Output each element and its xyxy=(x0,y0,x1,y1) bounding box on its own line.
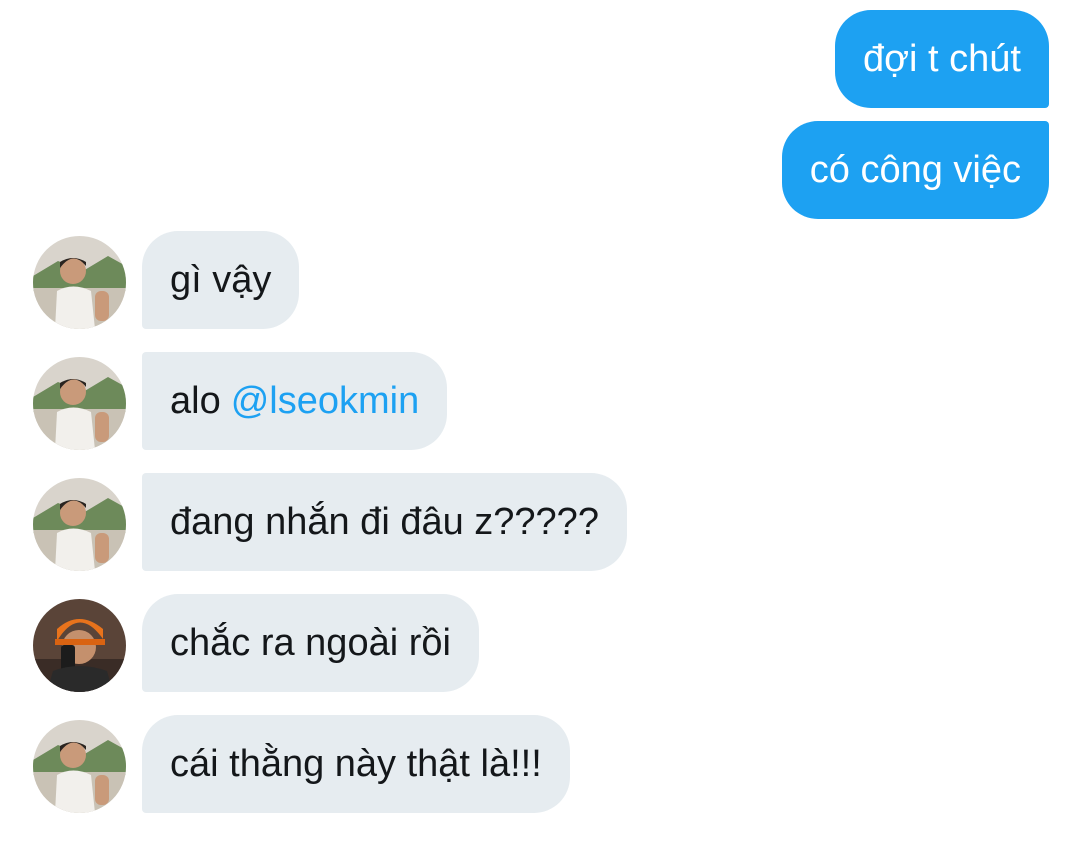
sent-message-bubble[interactable]: có công việc xyxy=(781,121,1049,219)
avatar-user-a[interactable] xyxy=(33,236,126,329)
message-text: chắc ra ngoài rồi xyxy=(170,622,451,664)
received-message-bubble[interactable]: đang nhắn đi đâu z????? xyxy=(142,473,627,571)
message-text: đợi t chút xyxy=(863,38,1021,80)
message-text: có công việc xyxy=(809,149,1021,191)
received-message-bubble[interactable]: cái thằng này thật là!!! xyxy=(142,715,570,813)
message-text: cái thằng này thật là!!! xyxy=(170,743,542,785)
avatar-user-a[interactable] xyxy=(33,357,126,450)
avatar-user-b[interactable] xyxy=(33,599,126,692)
received-message-bubble[interactable]: gì vậy xyxy=(142,231,300,329)
avatar-user-a[interactable] xyxy=(33,478,126,571)
mention-link[interactable]: @lseokmin xyxy=(231,382,420,420)
received-message-bubble[interactable]: alo @lseokmin xyxy=(142,352,448,450)
sent-message-bubble[interactable]: đợi t chút xyxy=(835,10,1049,108)
message-text: alo xyxy=(170,380,221,422)
message-text: đang nhắn đi đâu z????? xyxy=(170,501,599,543)
avatar-user-a[interactable] xyxy=(33,720,126,813)
received-message-bubble[interactable]: chắc ra ngoài rồi xyxy=(142,594,479,692)
message-text: gì vậy xyxy=(170,259,272,301)
